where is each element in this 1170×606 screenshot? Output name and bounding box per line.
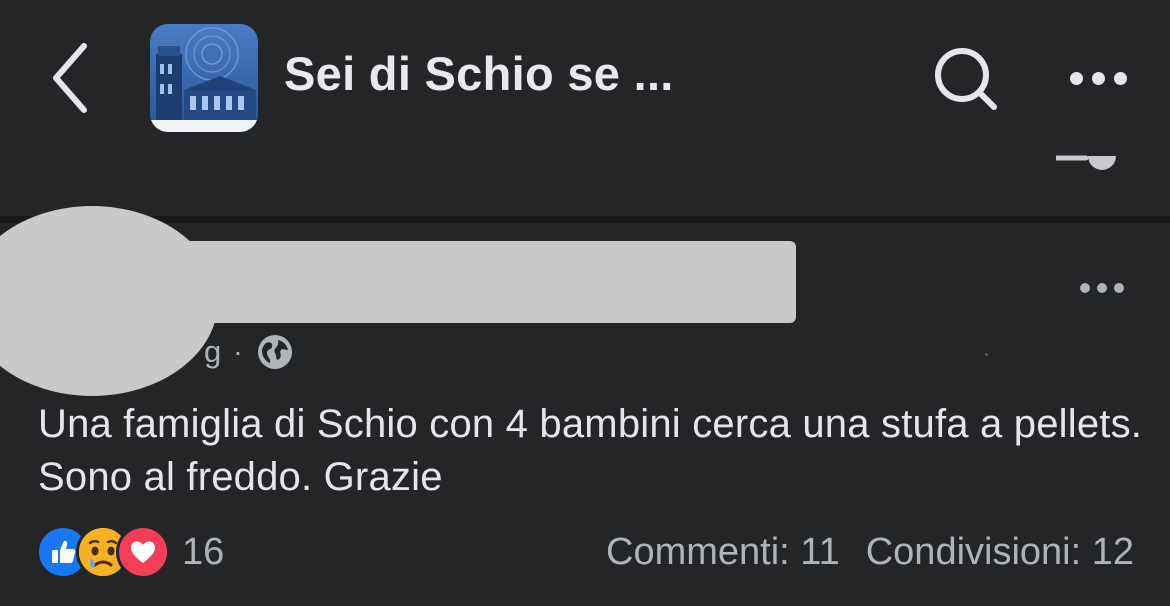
globe-icon[interactable]: [257, 334, 293, 370]
love-icon: [116, 525, 170, 579]
mobile-group-post-screen: Sei di Schio se ... g · Una famiglia di …: [0, 0, 1170, 606]
chevron-left-icon: [53, 43, 87, 113]
shares-count-link[interactable]: Condivisioni: 12: [866, 531, 1134, 574]
post-meta: g ·: [204, 334, 293, 370]
back-button[interactable]: [40, 40, 100, 116]
post-more-button[interactable]: [1066, 270, 1138, 306]
post-text: Una famiglia di Schio con 4 bambini cerc…: [38, 402, 1143, 499]
more-horizontal-icon: [1069, 71, 1127, 85]
reaction-count: 16: [182, 530, 225, 573]
section-divider: [0, 216, 1170, 223]
search-button[interactable]: [926, 42, 1006, 116]
comments-count-link[interactable]: Commenti: 11: [606, 531, 840, 574]
post-time[interactable]: g: [204, 334, 221, 370]
meta-separator: ·: [233, 336, 243, 367]
artifact-dot: [985, 353, 988, 356]
pull-handle-icon: [1056, 155, 1116, 170]
author-name-redacted[interactable]: [180, 241, 796, 323]
group-cover-image: [150, 24, 258, 132]
group-avatar[interactable]: [150, 24, 258, 132]
app-header: Sei di Schio se ...: [0, 0, 1170, 216]
reactions-summary[interactable]: 16: [36, 525, 225, 579]
group-title[interactable]: Sei di Schio se ...: [284, 46, 674, 101]
header-more-button[interactable]: [1058, 56, 1138, 100]
more-horizontal-icon: [1080, 283, 1124, 293]
post-stats: Commenti: 11 Condivisioni: 12: [606, 528, 1134, 576]
search-icon: [935, 48, 997, 110]
